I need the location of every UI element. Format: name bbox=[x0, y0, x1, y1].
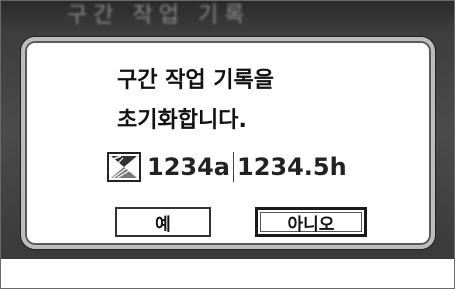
device-screen-frame: 구간 작업 기록 구간 작업 기록을 초기화합니다. 1234a 1234.5h… bbox=[0, 0, 455, 289]
dialog-message-line1: 구간 작업 기록을 bbox=[117, 68, 274, 93]
hourglass-icon bbox=[107, 152, 141, 182]
reset-confirm-dialog: 구간 작업 기록을 초기화합니다. 1234a 1234.5h 예 아니오 bbox=[21, 37, 435, 249]
yes-button[interactable]: 예 bbox=[115, 207, 211, 237]
work-counter: 1234a 1234.5h bbox=[107, 149, 347, 185]
background-title: 구간 작업 기록 bbox=[67, 3, 251, 28]
count-value: 1234a bbox=[147, 153, 230, 181]
counter-divider bbox=[233, 152, 234, 182]
dialog-message-line2: 초기화합니다. bbox=[117, 108, 247, 133]
no-button[interactable]: 아니오 bbox=[255, 207, 367, 237]
hours-value: 1234.5h bbox=[237, 153, 347, 181]
